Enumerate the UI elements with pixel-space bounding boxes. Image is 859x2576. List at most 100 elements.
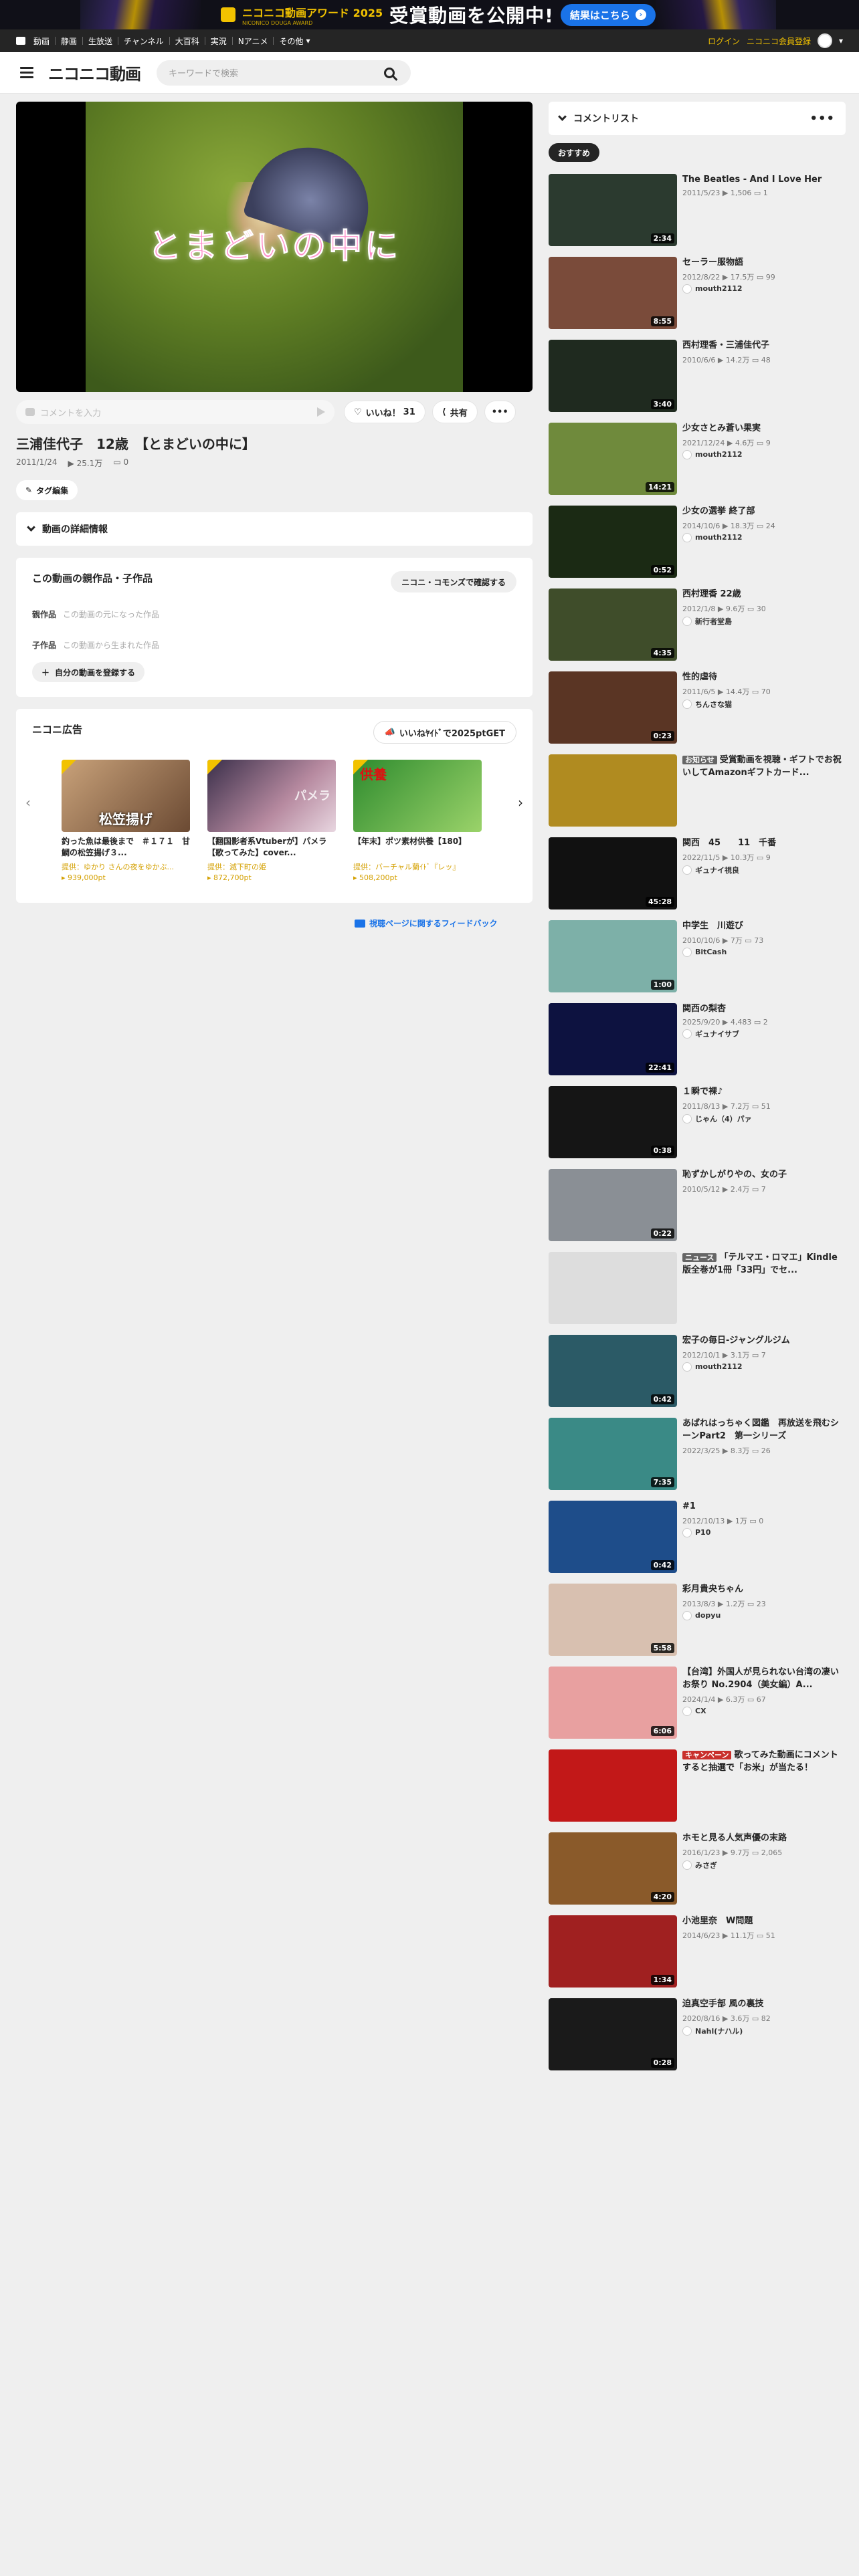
video-title[interactable]: お知らせ 受賞動画を視聴・ギフトでお祝いしてAmazonギフトカード... [682,754,846,780]
video-title[interactable]: 西村理香 22歳 [682,588,846,601]
video-title[interactable]: 関西の梨杏 [682,1003,846,1016]
video-title[interactable]: 【台湾】外国人が見られない台湾の凄いお祭り No.2904（美女編）A... [682,1667,846,1692]
list-item[interactable]: 22:41 関西の梨杏 2025/9/20 ▶ 4,483 ▭ 2 ギュナイサブ [549,1003,846,1077]
video-title[interactable]: The Beatles - And I Love Her [682,174,846,187]
video-title[interactable]: セーラー服物語 [682,257,846,270]
list-item[interactable]: ニュース 「テルマエ・ロマエ」Kindle版全巻が1冊「33円」でセ... [549,1252,846,1325]
list-item[interactable]: 6:06 【台湾】外国人が見られない台湾の凄いお祭り No.2904（美女編）A.… [549,1667,846,1740]
nav-item[interactable]: 生放送 [88,35,112,47]
nav-item[interactable]: Nアニメ [238,35,268,47]
list-item[interactable]: 7:35 あばれはっちゃく図鑑 再放送を飛むシーンPart2 第一シリーズ 2022… [549,1418,846,1491]
list-item[interactable]: 2:34 The Beatles - And I Love Her 2011/5/2… [549,174,846,247]
like-button[interactable]: ♡ いいね！ 31 [344,401,425,423]
owner-link[interactable]: ギュナイ視良 [682,865,846,875]
list-item[interactable]: 0:52 少女の選挙 終了部 2014/10/6 ▶ 18.3万 ▭ 24 mouth… [549,506,846,579]
video-title[interactable]: キャンペーン 歌ってみた動画にコメントすると抽選で「お米」が当たる！ [682,1749,846,1775]
video-player[interactable]: とまどいの中に [16,102,533,392]
search-button[interactable] [368,60,411,86]
commons-button[interactable]: ニコニ・コモンズで確認する [391,571,516,593]
comment-input[interactable]: コメントを入力 [16,400,335,424]
video-thumbnail[interactable]: 0:28 [549,1998,677,2070]
list-item[interactable]: 0:38 １瞬で裸♪ 2011/8/13 ▶ 7.2万 ▭ 51 じゃん（4）パァ [549,1086,846,1160]
video-thumbnail[interactable]: 8:55 [549,257,677,329]
menu-icon[interactable] [20,67,33,78]
video-title[interactable]: １瞬で裸♪ [682,1086,846,1099]
chevron-left-icon[interactable]: ‹ [25,794,31,811]
video-title[interactable]: あばれはっちゃく図鑑 再放送を飛むシーンPart2 第一シリーズ [682,1418,846,1443]
list-item[interactable]: 0:22 恥ずかしがりやの、女の子 2010/5/12 ▶ 2.4万 ▭ 7 [549,1169,846,1243]
ad-item[interactable]: パメラ 【翻国影者系Vtuberが】パメラ【歌ってみた】cover... 提供：… [207,760,341,882]
list-item[interactable]: 5:58 彩月貴央ちゃん 2013/8/3 ▶ 1.2万 ▭ 23 dopyu [549,1584,846,1657]
video-thumbnail[interactable]: 5:58 [549,1584,677,1656]
video-thumbnail[interactable]: 0:52 [549,506,677,578]
video-thumbnail[interactable]: 4:35 [549,588,677,661]
list-item[interactable]: 45:28 関西 45 11 千番 2022/11/5 ▶ 10.3万 ▭ 9 ギュナ… [549,837,846,911]
owner-link[interactable]: ギュナイサブ [682,1029,846,1039]
video-title[interactable]: ホモと見る人気声優の末路 [682,1832,846,1845]
iine-point-button[interactable]: 📣 いいねﾔｲﾄﾞで2025ptGET [373,721,516,744]
list-item[interactable]: 0:28 迫真空手部 風の裏技 2020/8/16 ▶ 3.6万 ▭ 82 Nahl(… [549,1998,846,2072]
video-thumbnail[interactable]: 4:20 [549,1832,677,1905]
award-banner[interactable]: ニコニコ動画アワード 2025 NICONICO DOUGA AWARD 受賞動… [0,0,859,29]
list-item[interactable]: 0:42 宏子の毎日-ジャングルジム 2012/10/1 ▶ 3.1万 ▭ 7 mou… [549,1335,846,1408]
list-item[interactable]: 0:23 性的虐待 2011/6/5 ▶ 14.4万 ▭ 70 ちんさな猫 [549,671,846,745]
award-results-button[interactable]: 結果はこちら › [560,3,656,26]
video-title[interactable]: 少女の選挙 終了部 [682,506,846,518]
tag-edit-button[interactable]: ✎ タグ編集 [16,480,78,500]
video-detail-toggle[interactable]: 動画の詳細情報 [16,512,533,546]
video-title[interactable]: 西村理香・三浦佳代子 [682,340,846,352]
video-thumbnail[interactable] [549,754,677,827]
ad-item[interactable]: 松笠揚げ 釣った魚は最後まで ＃１７１ 甘鯛の松笠揚げ３... 提供：ゆかり さ… [62,760,195,882]
signup-link[interactable]: ニコニコ会員登録 [747,35,811,47]
video-thumbnail[interactable]: 0:42 [549,1501,677,1573]
site-logo[interactable]: ニコニコ動画 [48,61,141,84]
video-title[interactable]: 彩月貴央ちゃん [682,1584,846,1596]
list-item[interactable]: 1:00 中学生 川遊び 2010/10/6 ▶ 7万 ▭ 73 BitCash [549,920,846,994]
list-item[interactable]: 1:34 小池里奈 W問題 2014/6/23 ▶ 11.1万 ▭ 51 [549,1915,846,1989]
video-thumbnail[interactable]: 6:06 [549,1667,677,1739]
list-item[interactable]: 3:40 西村理香・三浦佳代子 2010/6/6 ▶ 14.2万 ▭ 48 [549,340,846,413]
owner-link[interactable]: 新行者堂島 [682,616,846,627]
register-own-video-button[interactable]: ＋ 自分の動画を登録する [32,662,145,682]
chevron-right-icon[interactable]: › [518,794,523,811]
list-item[interactable]: キャンペーン 歌ってみた動画にコメントすると抽選で「お米」が当たる！ [549,1749,846,1823]
more-options-button[interactable]: ••• [484,401,516,423]
video-title[interactable]: 小池里奈 W問題 [682,1915,846,1928]
owner-link[interactable]: mouth2112 [682,449,846,459]
home-icon[interactable] [16,37,25,45]
video-title[interactable]: 関西 45 11 千番 [682,837,846,850]
owner-link[interactable]: CX [682,1706,846,1716]
video-title[interactable]: 宏子の毎日-ジャングルジム [682,1335,846,1348]
owner-link[interactable]: mouth2112 [682,532,846,542]
owner-link[interactable]: mouth2112 [682,284,846,294]
video-title[interactable]: 性的虐待 [682,671,846,684]
comment-list-header[interactable]: コメントリスト ••• [549,102,846,135]
nav-item[interactable]: チャンネル [124,35,164,47]
list-item[interactable]: お知らせ 受賞動画を視聴・ギフトでお祝いしてAmazonギフトカード... [549,754,846,828]
video-thumbnail[interactable]: 0:38 [549,1086,677,1158]
video-thumbnail[interactable]: 2:34 [549,174,677,246]
list-item[interactable]: 8:55 セーラー服物語 2012/8/22 ▶ 17.5万 ▭ 99 mouth21… [549,257,846,330]
nav-item-more[interactable]: その他 [279,35,303,47]
share-button[interactable]: ⟨ 共有 [432,401,478,423]
video-title[interactable]: 少女さとみ蒼い果実 [682,423,846,435]
video-thumbnail[interactable]: 14:21 [549,423,677,495]
nav-item[interactable]: 大百科 [175,35,199,47]
feedback-link[interactable]: 視聴ページに関するフィードバック [355,918,498,929]
nav-item[interactable]: 実況 [211,35,227,47]
more-icon[interactable]: ••• [809,112,835,126]
search-input[interactable]: キーワードで検索 [157,60,411,86]
owner-link[interactable]: Nahl(ナハル) [682,2026,846,2036]
owner-link[interactable]: dopyu [682,1610,846,1620]
chevron-down-icon[interactable]: ▾ [839,36,843,45]
owner-link[interactable]: P10 [682,1527,846,1537]
video-title[interactable]: 迫真空手部 風の裏技 [682,1998,846,2011]
nav-item[interactable]: 静画 [61,35,77,47]
avatar[interactable] [817,33,832,48]
list-item[interactable]: 4:35 西村理香 22歳 2012/1/8 ▶ 9.6万 ▭ 30 新行者堂島 [549,588,846,662]
video-thumbnail[interactable]: 22:41 [549,1003,677,1075]
list-item[interactable]: 0:42 #1 2012/10/13 ▶ 1万 ▭ 0 P10 [549,1501,846,1574]
list-item[interactable]: 4:20 ホモと見る人気声優の末路 2016/1/23 ▶ 9.7万 ▭ 2,065… [549,1832,846,1906]
owner-link[interactable]: mouth2112 [682,1362,846,1372]
list-item[interactable]: 14:21 少女さとみ蒼い果実 2021/12/24 ▶ 4.6万 ▭ 9 mouth… [549,423,846,496]
